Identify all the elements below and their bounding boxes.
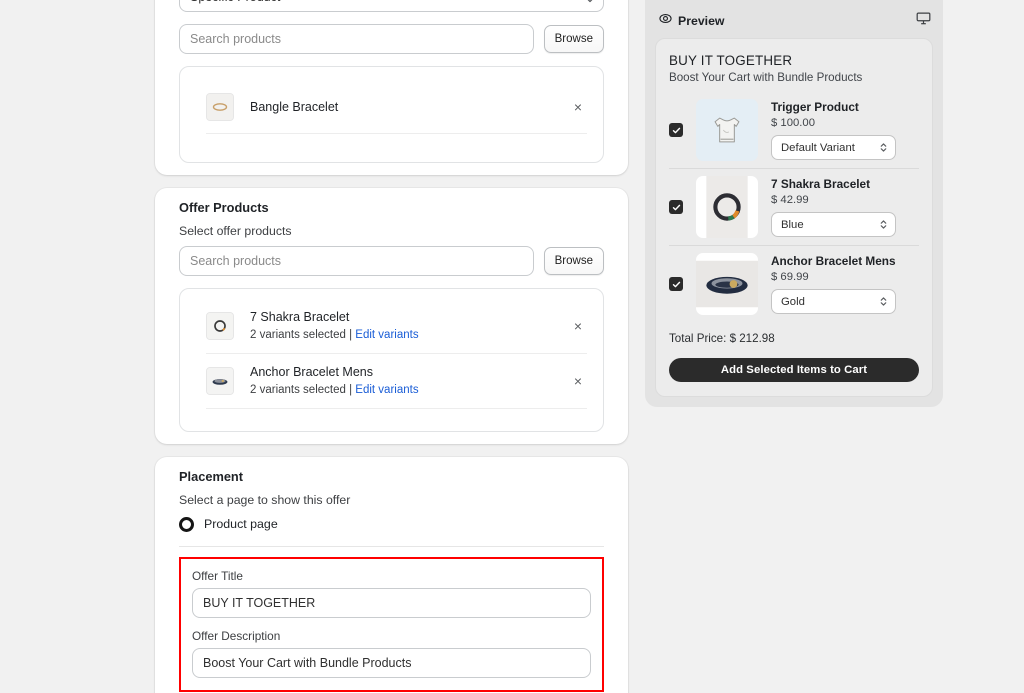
item-variant-select[interactable]: Default Variant	[771, 135, 896, 160]
desktop-icon[interactable]	[916, 12, 931, 30]
preview-panel: Preview BUY IT TOGETHER Boost Your Cart …	[645, 0, 943, 407]
list-item[interactable]: 7 Shakra Bracelet 2 variants selected | …	[180, 303, 603, 349]
divider	[206, 352, 587, 354]
item-name: Trigger Product	[771, 100, 859, 114]
placement-heading: Placement	[179, 468, 244, 484]
item-price: $ 42.99	[771, 194, 809, 206]
item-thumbnail	[696, 176, 758, 238]
preview-item[interactable]: Anchor Bracelet Mens $ 69.99 Gold	[669, 246, 919, 322]
item-variant-select[interactable]: Gold	[771, 289, 896, 314]
total-price: Total Price: $ 212.98	[669, 332, 775, 345]
item-name: Anchor Bracelet Mens	[771, 254, 896, 268]
divider	[206, 407, 587, 409]
divider	[206, 133, 587, 134]
separator: |	[349, 328, 353, 341]
remove-product-button[interactable]: ×	[569, 372, 587, 390]
preview-header: Preview	[655, 8, 933, 38]
product-thumbnail	[206, 366, 234, 395]
remove-product-button[interactable]: ×	[569, 317, 587, 335]
variants-count: 2 variants selected	[250, 383, 346, 396]
offer-browse-button[interactable]: Browse	[543, 247, 604, 275]
product-type-select-value[interactable]: Specific Product	[179, 0, 604, 12]
list-item[interactable]: Bangle Bracelet ×	[180, 85, 603, 129]
item-details: Anchor Bracelet Mens $ 69.99 Gold	[771, 254, 919, 314]
product-info: Anchor Bracelet Mens 2 variants selected…	[250, 364, 569, 398]
variants-count: 2 variants selected	[250, 328, 346, 341]
widget-title: BUY IT TOGETHER	[669, 53, 793, 68]
edit-variants-link[interactable]: Edit variants	[355, 329, 418, 341]
placement-subheading: Select a page to show this offer	[179, 492, 351, 507]
trigger-browse-button[interactable]: Browse	[543, 25, 604, 53]
widget-subtitle: Boost Your Cart with Bundle Products	[669, 71, 863, 84]
add-to-cart-button[interactable]: Add Selected Items to Cart	[669, 358, 919, 382]
radio-label: Product page	[204, 517, 278, 532]
offer-description-input[interactable]	[192, 647, 591, 678]
item-price: $ 100.00	[771, 117, 815, 129]
app-root: Specific Product Browse	[0, 0, 1024, 693]
item-details: 7 Shakra Bracelet $ 42.99 Blue	[771, 177, 919, 237]
offer-products-subheading: Select offer products	[179, 224, 292, 238]
product-variants: 2 variants selected | Edit variants	[250, 382, 569, 398]
product-name: Anchor Bracelet Mens	[250, 364, 373, 379]
eye-icon	[659, 12, 672, 30]
product-name: Bangle Bracelet	[250, 100, 339, 114]
list-item[interactable]: Anchor Bracelet Mens 2 variants selected…	[180, 358, 603, 404]
offer-products-heading: Offer Products	[179, 200, 269, 215]
trigger-selected-products: Bangle Bracelet ×	[179, 66, 604, 163]
settings-column: Specific Product Browse	[155, 0, 628, 693]
product-variants: 2 variants selected | Edit variants	[250, 327, 569, 343]
remove-product-button[interactable]: ×	[569, 98, 587, 116]
product-info: 7 Shakra Bracelet 2 variants selected | …	[250, 309, 569, 343]
offer-selected-products: 7 Shakra Bracelet 2 variants selected | …	[179, 288, 604, 432]
preview-widget: BUY IT TOGETHER Boost Your Cart with Bun…	[655, 38, 933, 397]
item-checkbox[interactable]	[669, 200, 683, 214]
item-name: 7 Shakra Bracelet	[771, 177, 871, 191]
trigger-product-card: Specific Product Browse	[155, 0, 628, 175]
product-type-select[interactable]: Specific Product	[179, 0, 604, 12]
product-thumbnail	[206, 93, 234, 121]
radio-selected-icon[interactable]	[179, 516, 194, 532]
trigger-search-input[interactable]	[179, 24, 534, 54]
radio-product-page[interactable]: Product page	[179, 516, 604, 532]
chevron-updown-icon	[878, 295, 888, 309]
offer-search-input[interactable]	[179, 246, 534, 276]
chevron-updown-icon	[878, 218, 888, 232]
chevron-updown-icon	[584, 0, 595, 5]
divider	[179, 545, 604, 547]
preview-item[interactable]: Trigger Product $ 100.00 Default Variant	[669, 92, 919, 168]
offer-title-input[interactable]	[192, 587, 591, 618]
item-checkbox[interactable]	[669, 277, 683, 291]
offer-text-highlight-region: Offer Title Offer Description	[179, 556, 604, 692]
item-checkbox[interactable]	[669, 123, 683, 137]
offer-search-row: Browse	[179, 246, 604, 276]
product-name: 7 Shakra Bracelet	[250, 310, 350, 324]
item-thumbnail	[696, 99, 758, 161]
trigger-search-row: Browse	[179, 24, 604, 54]
product-thumbnail	[206, 311, 234, 340]
chevron-updown-icon	[878, 141, 888, 155]
preview-item[interactable]: 7 Shakra Bracelet $ 42.99 Blue	[669, 169, 919, 245]
offer-products-card: Offer Products Select offer products Bro…	[155, 188, 628, 444]
item-price: $ 69.99	[771, 271, 809, 283]
item-details: Trigger Product $ 100.00 Default Variant	[771, 100, 919, 160]
edit-variants-link[interactable]: Edit variants	[355, 384, 418, 396]
item-thumbnail	[696, 253, 758, 315]
preview-title: Preview	[678, 14, 725, 28]
placement-card: Placement Select a page to show this off…	[155, 456, 628, 693]
separator: |	[349, 383, 353, 396]
item-variant-select[interactable]: Blue	[771, 212, 896, 237]
offer-title-label: Offer Title	[192, 568, 243, 583]
offer-description-label: Offer Description	[192, 628, 281, 643]
